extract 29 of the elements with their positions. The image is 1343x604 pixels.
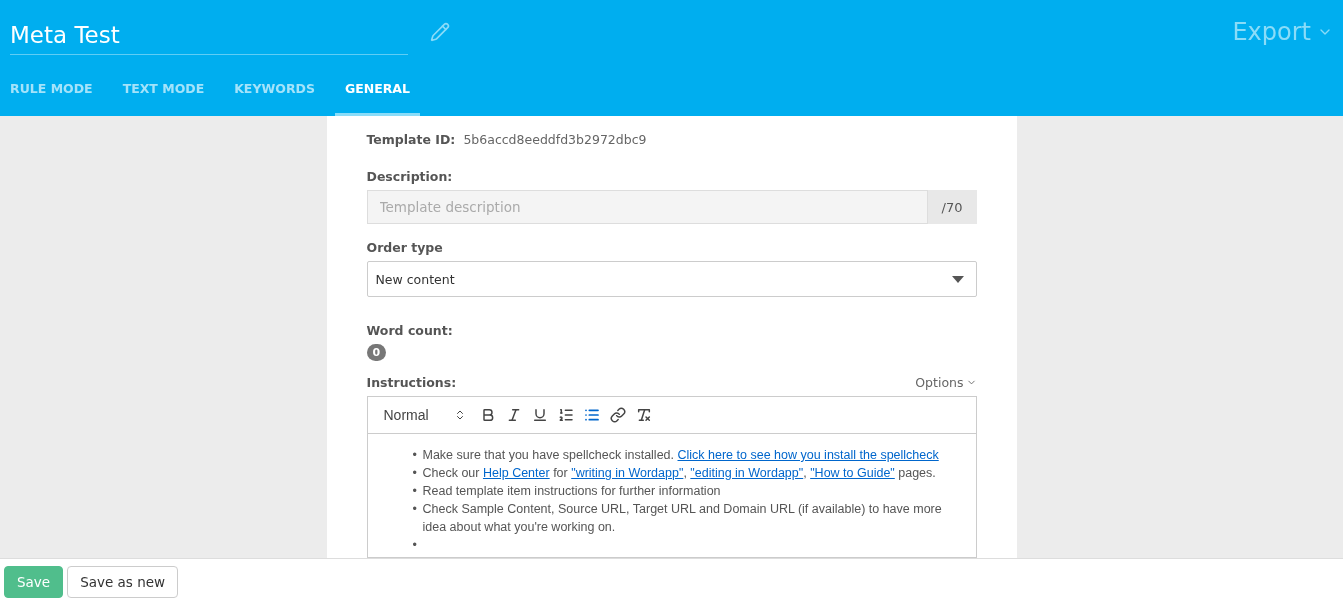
bullet: • (412, 501, 418, 518)
options-dropdown[interactable]: Options (915, 375, 977, 390)
character-counter: /70 (927, 190, 977, 224)
caret-icon (951, 275, 964, 283)
instruction-text: Check Sample Content, Source URL, Target URL and Domain URL (if available) to have more idea about what you're working on. (422, 501, 943, 536)
bullet: • (412, 465, 418, 482)
instruction-text: Check our Help Center for "writing in Wordapp", "editing in Wordapp", "How to Guide" pages. (422, 465, 936, 482)
field-label: Description: (366, 169, 454, 184)
save-as-new-button[interactable]: Save as new (67, 565, 179, 598)
bullet: • (412, 447, 418, 464)
field-label: Word count: (366, 323, 454, 338)
word-count-badge: 0 (366, 344, 387, 361)
instruction-text: Read template item instructions for further information (422, 483, 721, 500)
help-link[interactable]: "writing in Wordapp" (571, 466, 684, 480)
help-link[interactable]: "How to Guide" (810, 466, 895, 480)
field-label: Template ID: (366, 132, 456, 147)
description-input[interactable]: Template description (366, 190, 928, 224)
order-type-select[interactable]: New content (366, 261, 977, 297)
field-label: Instructions: (366, 375, 457, 390)
instruction-text: Make sure that you have spellcheck installed. Click here to see how you install the spellcheck (422, 447, 939, 464)
link-icon[interactable] (607, 405, 628, 425)
bullet: • (412, 537, 418, 554)
help-link[interactable]: Click here to see how you install the spellcheck (677, 448, 939, 462)
help-link[interactable]: "editing in Wordapp" (690, 466, 804, 480)
template-id-value: 5b6accd8eeddfd3b2972dbc9 (463, 132, 647, 147)
help-link[interactable]: Help Center (482, 466, 550, 480)
field-label: Order type (366, 240, 444, 255)
format-select[interactable]: Normal (379, 407, 472, 423)
bullet: • (412, 483, 418, 500)
